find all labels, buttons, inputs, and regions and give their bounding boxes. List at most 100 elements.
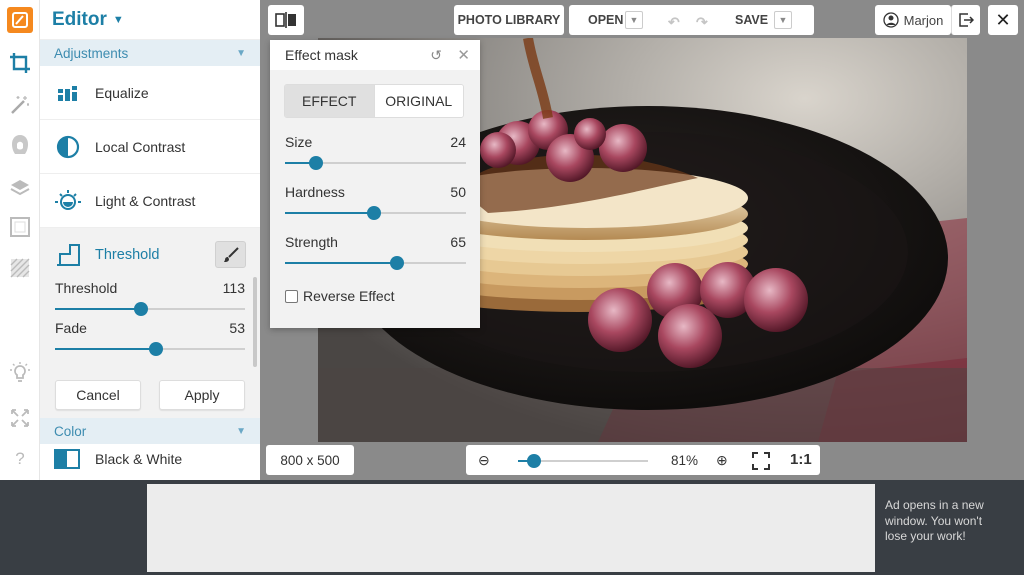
cancel-button[interactable]: Cancel [55,380,141,410]
panel-header[interactable]: Editor ▼ [40,0,260,40]
strength-slider-row: Strength 65 [285,234,466,270]
zoom-in-icon[interactable]: ⊕ [716,452,728,469]
tab-effect[interactable]: EFFECT [285,85,374,117]
threshold-icon [54,241,82,269]
user-icon [882,12,899,28]
user-name: Marjon [903,12,944,28]
fullscreen-icon[interactable] [8,406,32,430]
open-button[interactable]: OPEN [588,13,623,27]
open-save-group: OPEN ▼ ↶ ↷ SAVE ▼ [569,5,814,35]
redo-icon[interactable]: ↷ [696,14,708,31]
tool-local-contrast[interactable]: Local Contrast [40,120,260,174]
portrait-icon[interactable] [8,133,32,157]
hardness-slider-row: Hardness 50 [285,184,466,220]
slider-label: Threshold [55,280,118,296]
section-label: Color [54,423,87,439]
panel-title: Editor [52,8,107,30]
ad-slot[interactable] [147,484,875,572]
local-contrast-icon [54,133,82,161]
close-icon[interactable]: ✕ [988,5,1018,35]
slider-value: 50 [450,184,466,200]
slider-value: 65 [450,234,466,250]
slider-label: Hardness [285,184,345,200]
slider-knob[interactable] [308,156,323,170]
user-account-button[interactable]: Marjon [875,5,951,35]
tool-black-white[interactable]: Black & White [40,444,260,474]
undo-icon[interactable]: ↶ [668,14,680,31]
slider-knob[interactable] [390,256,405,270]
editor-app: ? Editor ▼ Adjustments ▼ Equalize Local … [0,0,1024,480]
slider-label: Fade [55,320,87,336]
equalize-icon [54,79,82,107]
tool-equalize[interactable]: Equalize [40,66,260,120]
crop-icon[interactable] [8,51,32,75]
compare-button[interactable] [268,5,304,35]
mask-title: Effect mask [285,47,358,63]
tool-label: Light & Contrast [95,192,196,209]
tab-original[interactable]: ORIGINAL [373,85,463,117]
tips-bulb-icon[interactable] [8,361,32,385]
section-adjustments[interactable]: Adjustments ▼ [40,40,260,66]
reset-icon[interactable]: ↺ [430,47,442,64]
slider-knob[interactable] [148,342,163,356]
checkbox-label: Reverse Effect [303,288,395,304]
panel-scrollbar[interactable] [253,277,257,367]
slider-value: 24 [450,134,466,150]
reverse-effect-checkbox[interactable]: Reverse Effect [285,288,395,304]
magic-wand-icon[interactable] [8,93,32,117]
light-contrast-icon [54,187,82,215]
image-dimensions: 800 x 500 [266,445,354,475]
slider-label: Strength [285,234,338,250]
fade-slider[interactable] [55,342,245,356]
chevron-down-icon: ▼ [112,13,124,26]
zoom-out-icon[interactable]: ⊖ [478,452,490,469]
slider-knob[interactable] [366,206,381,220]
ad-bar: Ad opens in a new window. You won't lose… [0,480,1024,575]
slider-value: 53 [229,320,245,336]
texture-icon[interactable] [8,256,32,280]
mask-header: Effect mask ↺ ✕ [270,40,480,70]
frame-icon[interactable] [8,215,32,239]
mask-brush-button[interactable] [215,241,246,268]
checkbox-box[interactable] [285,289,298,303]
app-logo[interactable] [7,7,33,33]
slider-fill [285,212,374,214]
tool-rail: ? [0,0,40,480]
photo-library-button[interactable]: PHOTO LIBRARY [454,5,564,35]
strength-slider[interactable] [285,256,466,270]
section-color[interactable]: Color ▼ [40,418,260,444]
actual-size-button[interactable]: 1:1 [790,451,812,468]
slider-label: Size [285,134,313,150]
effect-mask-dialog: Effect mask ↺ ✕ EFFECT ORIGINAL Size 24 … [270,40,480,328]
help-icon[interactable]: ? [8,447,32,471]
section-label: Adjustments [54,45,129,61]
tool-light-contrast[interactable]: Light & Contrast [40,174,260,228]
chevron-down-icon: ▼ [236,47,246,59]
threshold-slider-row: Threshold 113 [55,280,245,316]
slider-fill [55,348,156,350]
zoom-slider[interactable] [518,454,648,468]
slider-knob[interactable] [133,302,148,316]
save-button[interactable]: SAVE [735,13,768,27]
chevron-down-icon[interactable]: ▼ [625,11,643,29]
threshold-slider[interactable] [55,302,245,316]
slider-fill [55,308,141,310]
tool-label: Black & White [95,451,183,467]
chevron-down-icon[interactable]: ▼ [774,11,792,29]
size-slider[interactable] [285,156,466,170]
apply-button[interactable]: Apply [159,380,245,410]
threshold-tool: Threshold Threshold 113 Fade 53 Cancel A… [40,228,260,418]
tool-label: Local Contrast [95,138,186,155]
logout-button[interactable] [951,5,980,35]
close-icon[interactable]: ✕ [457,46,470,64]
layers-icon[interactable] [8,176,32,200]
slider-value: 113 [222,280,245,296]
hardness-slider[interactable] [285,206,466,220]
slider-fill [285,262,398,264]
fit-screen-icon[interactable] [752,452,770,473]
slider-knob[interactable] [526,454,541,468]
threshold-actions: Cancel Apply [55,380,245,410]
zoom-bar: ⊖ 81% ⊕ 1:1 [466,445,820,475]
threshold-title: Threshold [95,247,160,263]
zoom-percent: 81% [671,453,699,468]
